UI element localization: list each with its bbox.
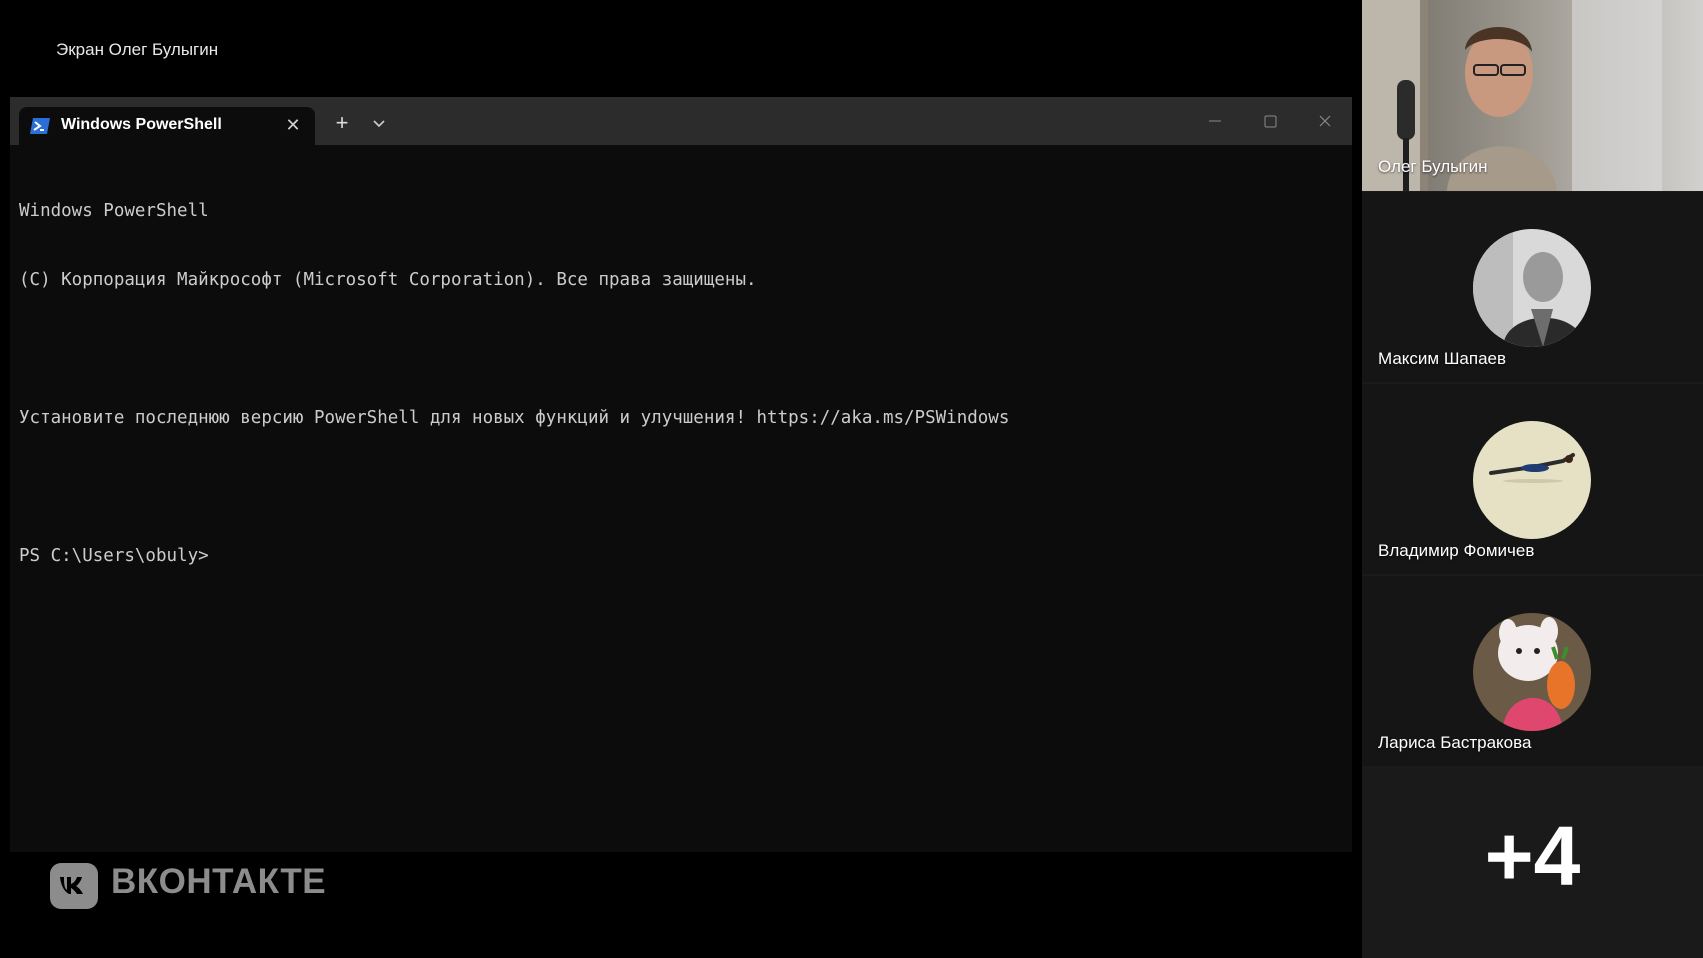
powershell-icon (30, 118, 50, 134)
close-window-icon[interactable] (1307, 107, 1343, 135)
participant-name: Олег Булыгин (1378, 157, 1488, 176)
participants-panel: Олег Булыгин Максим Шапаев Владимир Фоми (1362, 0, 1703, 958)
participant-name: Владимир Фомичев (1378, 541, 1535, 560)
participant-name: Максим Шапаев (1378, 349, 1507, 368)
tab-title: Windows PowerShell (61, 116, 222, 133)
console-prompt: PS C:\Users\obuly> (19, 546, 209, 566)
avatar (1473, 421, 1591, 539)
console-output[interactable]: Windows PowerShell (C) Корпорация Майкро… (19, 154, 1342, 614)
minimize-icon[interactable] (1197, 107, 1233, 135)
vk-logo-text: ВКОНТАКТЕ (111, 862, 327, 901)
chevron-down-icon[interactable] (368, 111, 390, 135)
console-line: (C) Корпорация Майкрософт (Microsoft Cor… (19, 270, 757, 290)
console-line: Установите последнюю версию PowerShell д… (19, 408, 1010, 428)
participant-name: Лариса Бастракова (1378, 733, 1532, 752)
more-participants-count[interactable]: +4 (1362, 808, 1703, 905)
terminal-titlebar[interactable]: Windows PowerShell ✕ + (10, 97, 1352, 145)
participant-tile[interactable]: Владимир Фомичев (1362, 384, 1703, 574)
maximize-icon[interactable] (1252, 107, 1288, 135)
screen-share-label: Экран Олег Булыгин (56, 40, 219, 59)
powershell-window[interactable]: Windows PowerShell ✕ + Windows PowerShel… (10, 97, 1352, 852)
tab-windows-powershell[interactable]: Windows PowerShell ✕ (19, 107, 315, 145)
participant-video-tile[interactable]: Олег Булыгин (1362, 0, 1703, 191)
participant-tile[interactable]: Максим Шапаев (1362, 192, 1703, 382)
close-tab-icon[interactable]: ✕ (281, 113, 305, 137)
participant-tile[interactable]: Лариса Бастракова (1362, 576, 1703, 766)
new-tab-button[interactable]: + (328, 110, 356, 136)
avatar (1473, 229, 1591, 347)
avatar (1473, 613, 1591, 731)
vk-icon (50, 863, 98, 909)
console-line: Windows PowerShell (19, 201, 209, 221)
